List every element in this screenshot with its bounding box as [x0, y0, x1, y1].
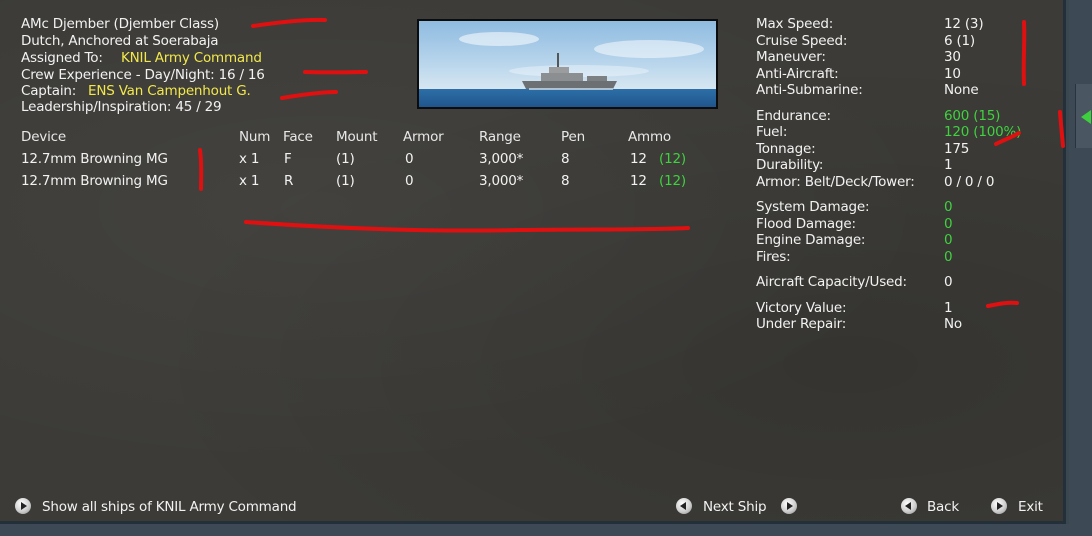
back-label: Back: [927, 499, 959, 515]
anti-submarine-label: Anti-Submarine:: [756, 82, 863, 98]
system-damage-value: 0: [944, 199, 953, 215]
captain-label: Captain:: [21, 83, 77, 99]
victory-value-value: 1: [944, 300, 953, 316]
arrow-right-icon: [15, 498, 31, 514]
ship-detail-window: AMc Djember (Djember Class) Dutch, Ancho…: [0, 0, 1066, 524]
victory-value-label: Victory Value:: [756, 300, 847, 316]
col-pen: Pen: [561, 129, 585, 145]
device-pen: 8: [561, 151, 570, 167]
bottom-edge: [0, 524, 1069, 536]
arrow-left-icon[interactable]: [676, 498, 692, 514]
captain-link[interactable]: ENS Van Campenhout G.: [88, 83, 251, 99]
arrow-right-icon: [991, 498, 1007, 514]
col-range: Range: [479, 129, 521, 145]
tonnage-label: Tonnage:: [756, 141, 816, 157]
device-armor: 0: [405, 151, 414, 167]
system-damage-label: System Damage:: [756, 199, 870, 215]
device-ammo-max: (12): [659, 173, 686, 189]
device-pen: 8: [561, 173, 570, 189]
col-device: Device: [21, 129, 66, 145]
under-repair-value: No: [944, 316, 962, 332]
cruise-speed-value: 6 (1): [944, 33, 976, 49]
ship-photo: [417, 19, 718, 109]
col-face: Face: [283, 129, 313, 145]
show-all-ships-label: Show all ships of KNIL Army Command: [42, 499, 297, 515]
device-face: F: [284, 151, 292, 167]
device-face: R: [284, 173, 294, 189]
under-repair-label: Under Repair:: [756, 316, 847, 332]
device-num: x 1: [239, 151, 260, 167]
flood-damage-value: 0: [944, 216, 953, 232]
armor-value: 0 / 0 / 0: [944, 174, 995, 190]
fires-label: Fires:: [756, 249, 791, 265]
endurance-label: Endurance:: [756, 108, 831, 124]
device-num: x 1: [239, 173, 260, 189]
engine-damage-value: 0: [944, 232, 953, 248]
device-name: 12.7mm Browning MG: [21, 173, 168, 189]
armor-label: Armor: Belt/Deck/Tower:: [756, 174, 915, 190]
flood-damage-label: Flood Damage:: [756, 216, 856, 232]
fuel-label: Fuel:: [756, 124, 788, 140]
max-speed-value: 12 (3): [944, 16, 984, 32]
crew-experience: Crew Experience - Day/Night: 16 / 16: [21, 67, 265, 83]
maneuver-label: Maneuver:: [756, 49, 826, 65]
anti-submarine-value: None: [944, 82, 979, 98]
col-armor: Armor: [403, 129, 444, 145]
ship-status: Dutch, Anchored at Soerabaja: [21, 33, 219, 49]
device-name: 12.7mm Browning MG: [21, 151, 168, 167]
device-mount: (1): [336, 173, 355, 189]
aircraft-capacity-value: 0: [944, 274, 953, 290]
col-mount: Mount: [336, 129, 378, 145]
col-ammo: Ammo: [628, 129, 671, 145]
device-range: 3,000*: [479, 151, 524, 167]
max-speed-label: Max Speed:: [756, 16, 834, 32]
leadership: Leadership/Inspiration: 45 / 29: [21, 99, 222, 115]
ship-silhouette: [459, 32, 704, 90]
col-num: Num: [239, 129, 271, 145]
next-ship-label: Next Ship: [703, 499, 767, 515]
fuel-value: 120 (100%): [944, 124, 1022, 140]
device-range: 3,000*: [479, 173, 524, 189]
cruise-speed-label: Cruise Speed:: [756, 33, 848, 49]
durability-label: Durability:: [756, 157, 824, 173]
expand-arrow-icon[interactable]: [1081, 110, 1091, 124]
aircraft-capacity-label: Aircraft Capacity/Used:: [756, 274, 907, 290]
anti-aircraft-label: Anti-Aircraft:: [756, 66, 839, 82]
fires-value: 0: [944, 249, 953, 265]
arrow-left-icon: [901, 498, 917, 514]
maneuver-value: 30: [944, 49, 961, 65]
device-mount: (1): [336, 151, 355, 167]
tonnage-value: 175: [944, 141, 970, 157]
ship-name: AMc Djember (Djember Class): [21, 16, 219, 32]
engine-damage-label: Engine Damage:: [756, 232, 866, 248]
device-ammo-max: (12): [659, 151, 686, 167]
anti-aircraft-value: 10: [944, 66, 961, 82]
assigned-hq-link[interactable]: KNIL Army Command: [121, 50, 262, 66]
arrow-right-icon[interactable]: [781, 498, 797, 514]
device-ammo: 12: [630, 173, 647, 189]
durability-value: 1: [944, 157, 953, 173]
device-ammo: 12: [630, 151, 647, 167]
endurance-value: 600 (15): [944, 108, 1001, 124]
exit-label: Exit: [1018, 499, 1043, 515]
device-armor: 0: [405, 173, 414, 189]
assigned-label: Assigned To:: [21, 50, 103, 66]
side-panel-edge: [1069, 0, 1092, 536]
